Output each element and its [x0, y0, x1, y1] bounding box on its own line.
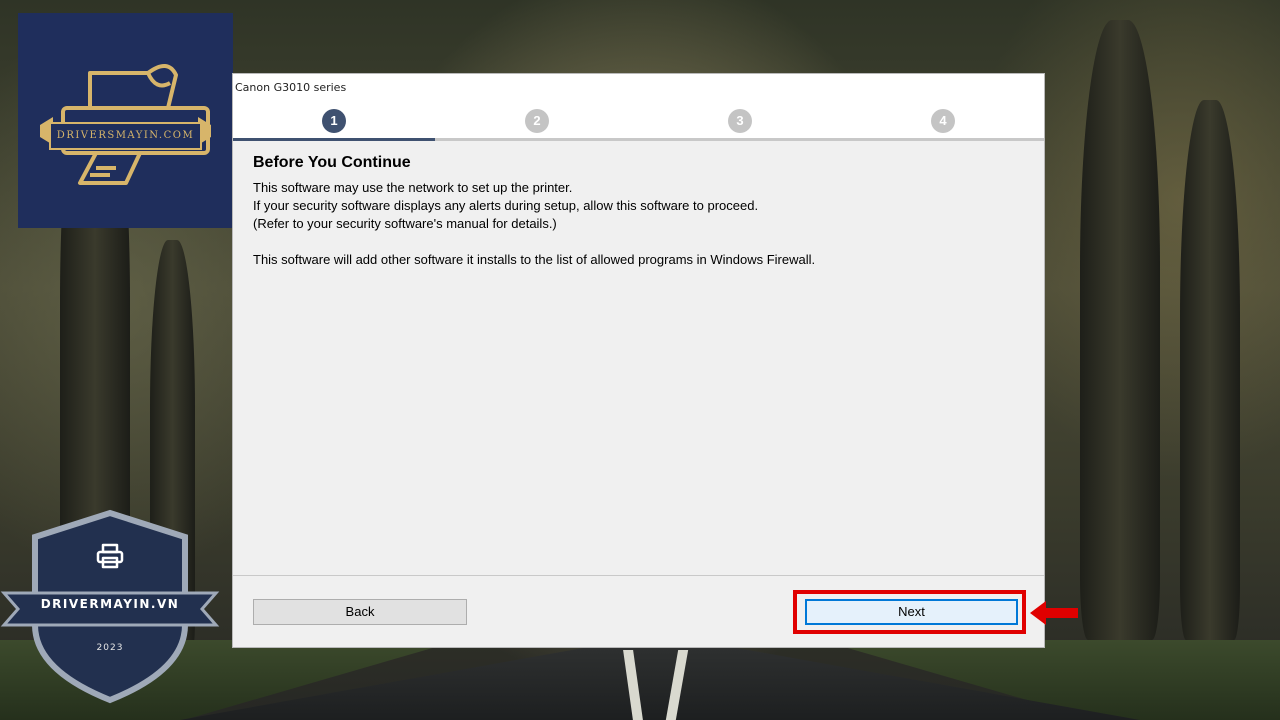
logo-text: DRIVERSMAYIN.COM: [56, 130, 195, 141]
site-logo: DRIVERSMAYIN.COM: [18, 13, 233, 228]
printer-logo-icon: [40, 64, 211, 185]
tree-trunk: [1080, 20, 1160, 640]
tree-trunk: [1180, 100, 1240, 640]
step-2: 2: [525, 109, 549, 133]
info-line: (Refer to your security software's manua…: [253, 216, 557, 231]
badge-year: 2023: [96, 643, 124, 653]
printer-icon: [96, 543, 124, 569]
step-4: 4: [931, 109, 955, 133]
info-line: This software may use the network to set…: [253, 180, 573, 195]
site-badge: DRIVERMAYIN.VN 2023: [0, 505, 220, 710]
window-title: Canon G3010 series: [233, 74, 1044, 101]
arrow-left-icon: [1030, 601, 1078, 625]
badge-name: DRIVERMAYIN.VN: [40, 597, 180, 611]
installer-window: Canon G3010 series 1 2 3 4 Before You Co…: [232, 73, 1045, 648]
content-area: Before You Continue This software may us…: [233, 141, 1044, 282]
step-indicator: 1 2 3 4: [233, 101, 1044, 141]
info-line: If your security software displays any a…: [253, 198, 759, 213]
step-3: 3: [728, 109, 752, 133]
firewall-note: This software will add other software it…: [253, 252, 816, 267]
page-heading: Before You Continue: [253, 154, 411, 171]
step-1: 1: [322, 109, 346, 133]
step-progress-bar: [233, 138, 435, 141]
next-button-highlight: [793, 590, 1026, 634]
back-button[interactable]: Back: [253, 599, 467, 625]
